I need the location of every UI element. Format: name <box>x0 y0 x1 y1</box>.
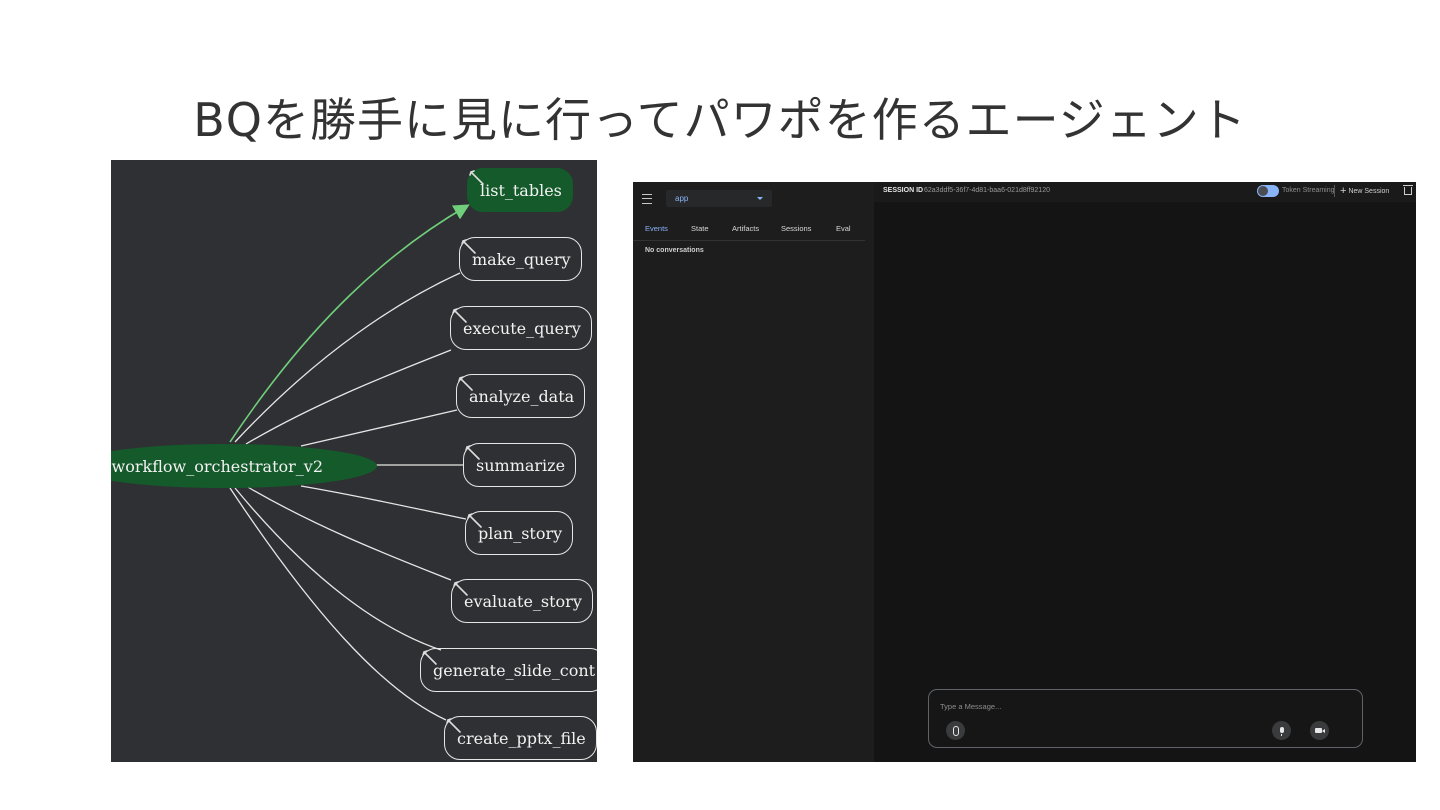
new-session-label: New Session <box>1348 187 1390 195</box>
header-divider <box>1334 185 1335 197</box>
edge-create-pptx <box>229 487 447 721</box>
tab-state[interactable]: State <box>691 224 709 233</box>
token-streaming-toggle[interactable] <box>1257 185 1279 197</box>
tab-sessions[interactable]: Sessions <box>781 224 811 233</box>
wrench-icon <box>453 581 468 596</box>
tool-node-generate-slide-content[interactable]: generate_slide_cont <box>420 648 597 692</box>
wrench-icon <box>446 718 461 733</box>
message-composer <box>928 689 1363 748</box>
tool-label: create_pptx_file <box>457 728 586 748</box>
app-select[interactable]: app <box>666 190 772 207</box>
wrench-icon <box>467 513 482 528</box>
wrench-icon <box>461 239 476 254</box>
session-id-label: SESSION ID <box>883 187 924 194</box>
wrench-icon <box>458 376 473 391</box>
tool-label: analyze_data <box>469 386 575 406</box>
tool-node-plan-story[interactable]: plan_story <box>465 511 574 555</box>
edge-analyze-data <box>300 409 458 447</box>
paperclip-icon <box>952 725 959 736</box>
session-id-value: 62a3ddf5-36f7-4d81-baa6-021d8ff92120 <box>924 187 1050 194</box>
edge-plan-story <box>300 485 467 520</box>
tool-node-summarize[interactable]: summarize <box>463 443 577 487</box>
tool-node-execute-query[interactable]: execute_query <box>450 306 592 350</box>
plus-icon: + <box>1340 185 1347 197</box>
menu-icon[interactable] <box>642 194 652 204</box>
tool-label: evaluate_story <box>464 591 582 611</box>
tool-label: plan_story <box>478 523 563 543</box>
tab-artifacts[interactable]: Artifacts <box>732 224 759 233</box>
edge-evaluate-story <box>245 485 452 581</box>
trash-icon[interactable] <box>1403 185 1413 195</box>
edge-list-tables <box>229 204 470 443</box>
session-header: SESSION ID 62a3ddf5-36f7-4d81-baa6-021d8… <box>874 182 1416 202</box>
tool-node-evaluate-story[interactable]: evaluate_story <box>451 579 593 623</box>
attach-button[interactable] <box>946 721 965 740</box>
tool-label: generate_slide_cont <box>433 660 596 680</box>
empty-conversations-text: No conversations <box>645 247 704 254</box>
tool-node-create-pptx-file[interactable]: create_pptx_file <box>444 716 597 760</box>
tool-node-analyze-data[interactable]: analyze_data <box>456 374 586 418</box>
new-session-button[interactable]: + New Session <box>1340 184 1389 198</box>
orchestrator-label: workflow_orchestrator_v2 <box>111 456 323 476</box>
agent-app-window: app Events State Artifacts Sessions Eval… <box>633 182 1416 762</box>
tool-label: execute_query <box>463 318 581 338</box>
agent-graph: workflow_orchestrator_v2 list_tables mak… <box>111 160 597 762</box>
wrench-icon <box>452 308 467 323</box>
token-streaming-label: Token Streaming <box>1282 187 1335 194</box>
wrench-icon <box>469 170 484 185</box>
video-camera-icon <box>1315 728 1325 733</box>
tool-label: list_tables <box>480 180 562 200</box>
tool-node-make-query[interactable]: make_query <box>459 237 582 281</box>
wrench-icon <box>465 445 480 460</box>
tab-eval[interactable]: Eval <box>836 224 851 233</box>
edge-generate-slide <box>234 487 442 651</box>
message-input[interactable] <box>940 699 1240 713</box>
side-panel: app Events State Artifacts Sessions Eval… <box>633 182 874 762</box>
video-button[interactable] <box>1310 721 1329 740</box>
mic-button[interactable] <box>1272 721 1291 740</box>
slide-title: BQを勝手に見に行ってパワポを作るエージェント <box>193 93 1247 147</box>
tab-events[interactable]: Events <box>645 224 668 233</box>
tool-label: summarize <box>476 455 566 475</box>
mic-icon <box>1279 726 1284 736</box>
wrench-icon <box>422 650 437 665</box>
side-tabs: Events State Artifacts Sessions Eval <box>633 220 865 241</box>
edge-execute-query <box>245 349 452 445</box>
tool-node-list-tables[interactable]: list_tables <box>467 168 573 212</box>
dropdown-arrow-icon <box>757 197 763 200</box>
app-select-value: app <box>675 194 689 203</box>
tool-label: make_query <box>472 249 571 269</box>
